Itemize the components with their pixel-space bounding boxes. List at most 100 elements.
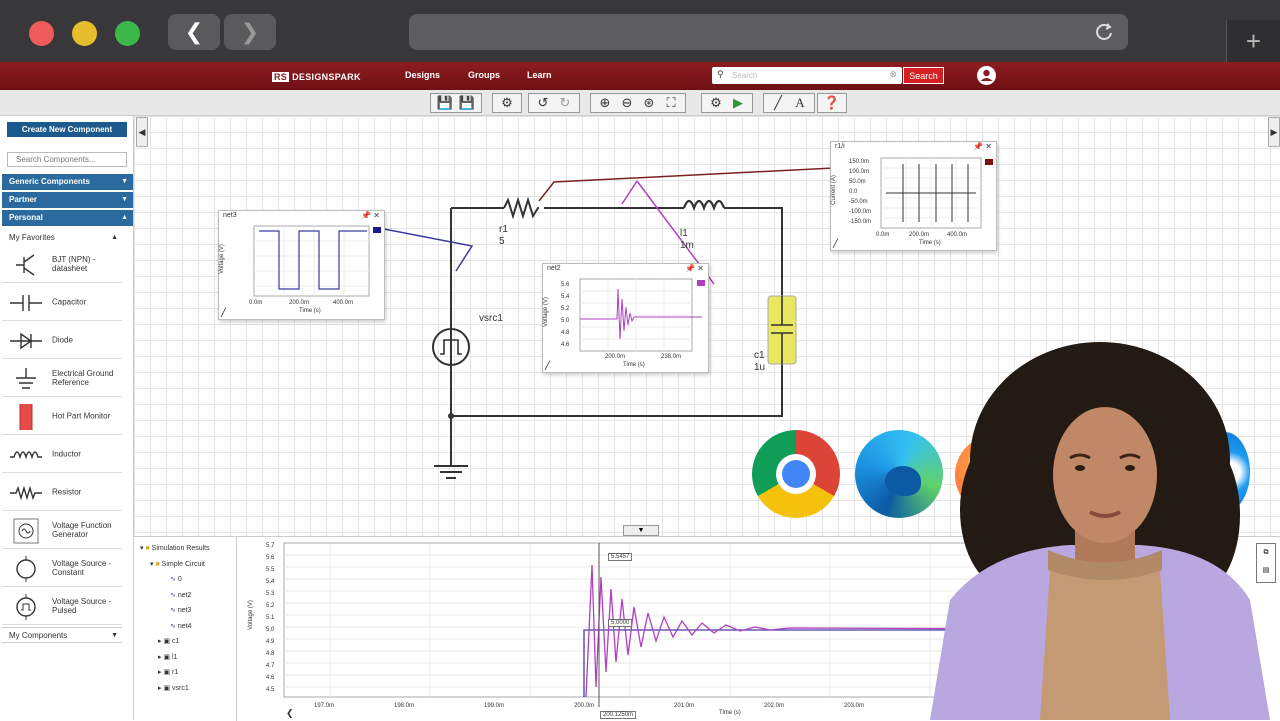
sim-settings-icon[interactable]: ⚙ [707, 95, 725, 111]
zoom-out-icon[interactable]: ⊖ [618, 95, 636, 111]
plot-window-net2[interactable]: net2 📌 ✕ Voltage (V) 5.6 5.4 5.2 5.0 4.8… [542, 263, 709, 373]
plot-xlabel: Time (s) [299, 308, 321, 314]
folder-icon: ■ [145, 545, 150, 552]
tree-c1[interactable]: ▸ ▣ c1 [140, 634, 240, 650]
component-search-input[interactable]: Search Components... [7, 152, 127, 167]
close-window-button[interactable] [29, 21, 54, 46]
undo-icon[interactable]: ↺ [534, 95, 552, 111]
maximize-window-button[interactable] [115, 21, 140, 46]
tree-divider[interactable] [236, 537, 237, 721]
r1-value[interactable]: 5 [499, 236, 505, 247]
minimize-window-button[interactable] [72, 21, 97, 46]
l1-name[interactable]: l1 [680, 228, 688, 239]
gear-icon[interactable]: ⚙ [498, 95, 516, 111]
component-inductor[interactable]: Inductor [2, 436, 122, 473]
create-new-component-button[interactable]: Create New Component [7, 122, 127, 137]
redo-icon[interactable]: ↻ [556, 95, 574, 111]
ytick: 5.4 [561, 294, 570, 300]
tree-net-0[interactable]: ∿ 0 [140, 572, 240, 588]
chevron-right-icon: ▶ [1270, 127, 1278, 137]
text-tool-icon[interactable]: A [791, 95, 809, 111]
help-icon[interactable]: ❓ [823, 95, 841, 111]
back-button[interactable]: ❮ [168, 14, 220, 50]
section-partner[interactable]: Partner ▼ [2, 192, 133, 208]
wire-tool-icon[interactable]: ╱ [769, 95, 787, 111]
tree-net3[interactable]: ∿ net3 [140, 603, 240, 619]
fullscreen-icon[interactable]: ⛶ [662, 95, 680, 111]
component-label: Inductor [52, 449, 81, 459]
expand-icon: ▸ [158, 684, 162, 692]
draw-tools: ╱ A [763, 93, 815, 113]
cursor-time-label[interactable]: 200.1250m [600, 711, 637, 719]
component-voltage-source-pulsed[interactable]: Voltage Source - Pulsed [2, 588, 122, 625]
nav-learn[interactable]: Learn [527, 70, 552, 80]
nav-designs[interactable]: Designs [405, 70, 440, 80]
component-hot-part-monitor[interactable]: Hot Part Monitor [2, 398, 122, 435]
plot-window-net3[interactable]: net3 📌 ✕ Voltage (V) 0.0m 200.0m 400.0m … [218, 210, 385, 320]
tree-simple-circuit[interactable]: ▾ ■ Simple Circuit [140, 557, 240, 573]
collapse-right-tab[interactable]: ▶ [1268, 117, 1280, 147]
tree-l1[interactable]: ▸ ▣ l1 [140, 650, 240, 666]
component-diode[interactable]: Diode [2, 322, 122, 359]
resize-icon[interactable]: ╱ [221, 308, 226, 317]
section-generic-components[interactable]: Generic Components ▼ [2, 174, 133, 190]
c1-value[interactable]: 1u [754, 362, 765, 373]
settings-tools: ⚙ [492, 93, 522, 113]
designspark-logo[interactable]: RS DESIGNSPARK [272, 69, 361, 84]
function-generator-icon [13, 518, 39, 544]
expand-icon: ▸ [158, 653, 162, 661]
save-as-icon[interactable]: 💾 [458, 95, 476, 111]
my-favorites-header[interactable]: My Favorites ▲ [2, 230, 122, 246]
reload-icon[interactable] [1094, 22, 1114, 42]
tree-net2[interactable]: ∿ net2 [140, 588, 240, 604]
component-label: Voltage Function Generator [52, 521, 112, 539]
tree-label: Simple Circuit [161, 560, 205, 568]
file-tools: 💾 💾 [430, 93, 482, 113]
component-ground[interactable]: Electrical Ground Reference [2, 360, 122, 397]
l1-value[interactable]: 1m [680, 240, 694, 251]
component-resistor[interactable]: Resistor [2, 474, 122, 511]
component-voltage-source-constant[interactable]: Voltage Source - Constant [2, 550, 122, 587]
collapse-results-tab[interactable]: ▼ [623, 525, 659, 536]
plus-icon: + [1245, 26, 1262, 56]
favorites-label: My Favorites [9, 233, 55, 242]
component-capacitor[interactable]: Capacitor [2, 284, 122, 321]
collapse-sidebar-tab[interactable]: ◀ [136, 117, 148, 147]
resize-icon[interactable]: ╱ [833, 239, 838, 248]
r1-name[interactable]: r1 [499, 224, 508, 235]
new-tab-button[interactable]: + [1226, 20, 1280, 62]
nav-groups[interactable]: Groups [468, 70, 500, 80]
tree-label: vsrc1 [172, 684, 189, 692]
my-components-header[interactable]: My Components ▼ [2, 627, 122, 643]
logo-mark: RS [272, 71, 290, 82]
user-avatar-icon[interactable] [977, 66, 996, 85]
section-personal[interactable]: Personal ▲ [2, 210, 133, 226]
search-button[interactable]: Search [903, 67, 944, 84]
resize-icon[interactable]: ╱ [545, 361, 550, 370]
marker-peak-label[interactable]: 5.5457 [608, 553, 633, 561]
site-search-input[interactable]: ⚲ Search ⊗ [712, 67, 902, 84]
tree-vsrc1[interactable]: ▸ ▣ vsrc1 [140, 681, 240, 697]
tree-r1[interactable]: ▸ ▣ r1 [140, 665, 240, 681]
chevron-right-icon: ❯ [240, 19, 260, 44]
zoom-fit-icon[interactable]: ⊛ [640, 95, 658, 111]
tree-label: net4 [177, 622, 192, 630]
save-icon[interactable]: 💾 [436, 95, 454, 111]
tree-simulation-results[interactable]: ▾ ■ Simulation Results [140, 541, 240, 557]
forward-button[interactable]: ❯ [224, 14, 276, 50]
run-simulation-icon[interactable]: ▶ [729, 95, 747, 111]
c1-name[interactable]: c1 [754, 350, 765, 361]
ground-icon [16, 368, 36, 389]
xtick: 199.0m [484, 703, 505, 709]
zoom-in-icon[interactable]: ⊕ [596, 95, 614, 111]
clear-icon[interactable]: ⊗ [889, 69, 897, 80]
plot-xlabel: Time (s) [623, 362, 645, 368]
plot-window-r1-current[interactable]: r1/i 📌 ✕ Current (A) 150.0m 100.0m 50.0m… [830, 141, 997, 251]
vsrc1-name[interactable]: vsrc1 [479, 313, 503, 324]
component-bjt-npn[interactable]: BJT (NPN) - datasheet [2, 246, 122, 283]
marker-settle-label[interactable]: 5.0000 [608, 619, 633, 627]
address-bar[interactable] [409, 14, 1128, 50]
component-voltage-function-generator[interactable]: Voltage Function Generator [2, 512, 122, 549]
tree-net4[interactable]: ∿ net4 [140, 619, 240, 635]
thermometer-icon [19, 404, 33, 430]
